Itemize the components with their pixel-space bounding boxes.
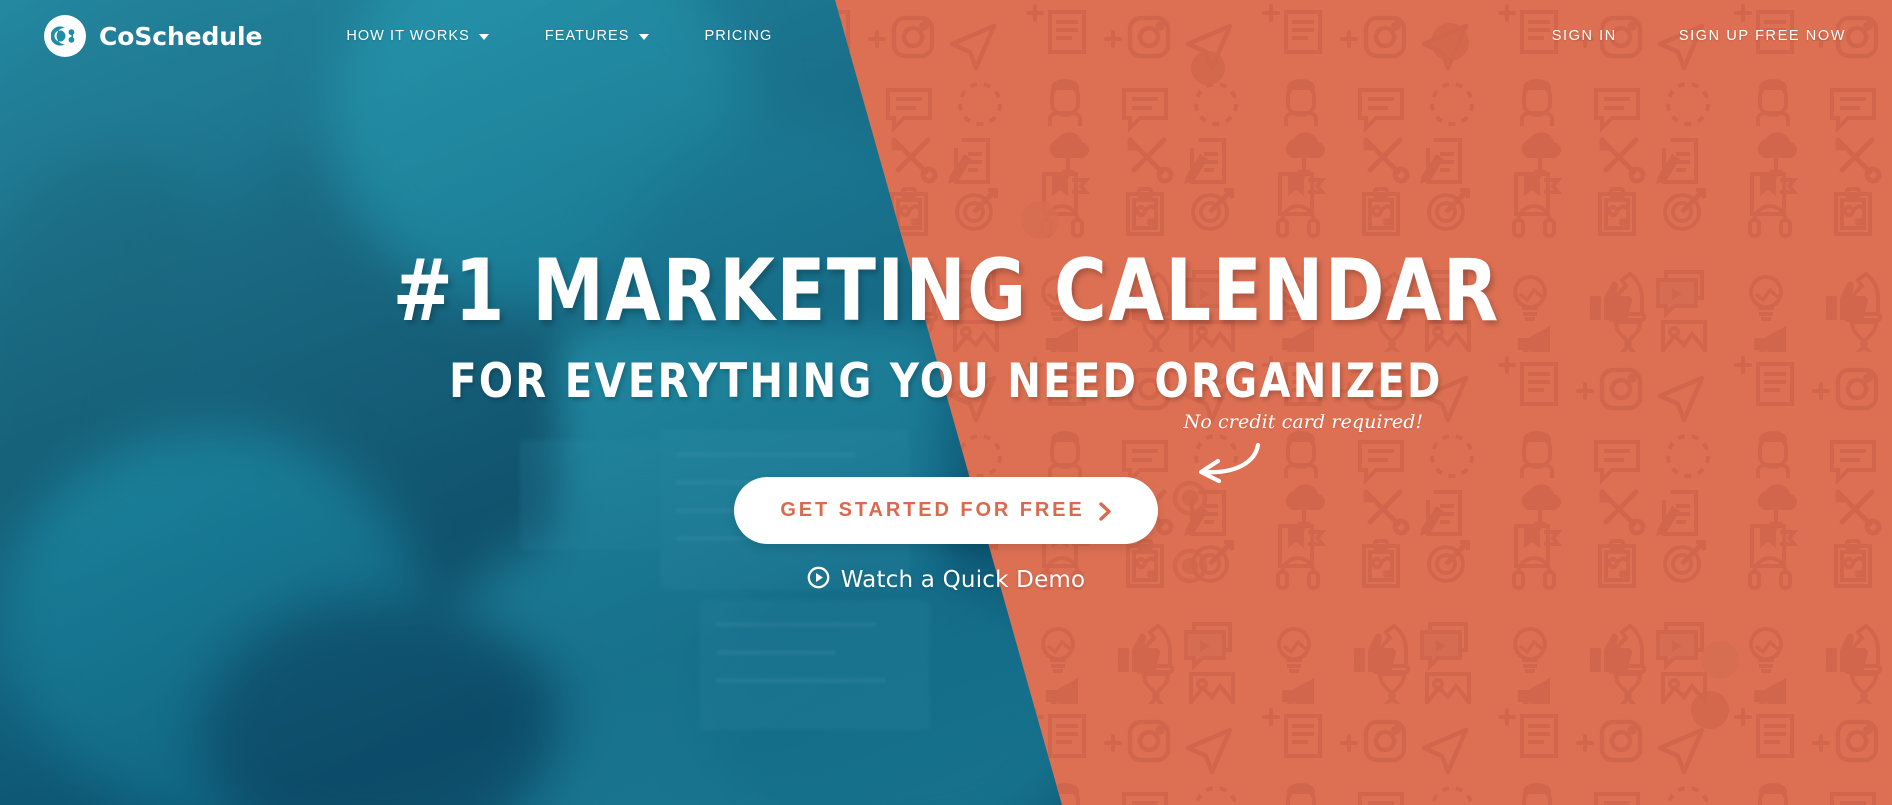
- page-title: #1 MARKETING CALENDAR: [392, 241, 1500, 341]
- sign-up-free-now-link[interactable]: SIGN UP FREE NOW: [1617, 28, 1846, 44]
- get-started-for-free-button[interactable]: GET STARTED FOR FREE: [734, 477, 1158, 544]
- chevron-down-icon: [478, 34, 489, 40]
- brand-name: CoSchedule: [99, 21, 263, 51]
- watch-demo-label: Watch a Quick Demo: [840, 567, 1086, 593]
- nav-label-how-it-works: HOW IT WORKS: [346, 28, 470, 44]
- top-navigation-bar: CoSchedule HOW IT WORKS FEATURES PRICING…: [0, 0, 1892, 72]
- nav-item-pricing[interactable]: PRICING: [677, 28, 801, 44]
- nav-label-features: FEATURES: [544, 28, 630, 44]
- nav-item-features[interactable]: FEATURES: [517, 28, 677, 44]
- play-circle-icon: [807, 566, 830, 594]
- primary-nav-links: HOW IT WORKS FEATURES PRICING: [318, 28, 800, 44]
- brand-logo-link[interactable]: CoSchedule: [44, 15, 262, 57]
- secondary-nav-links: SIGN IN SIGN UP FREE NOW: [1490, 28, 1846, 44]
- chevron-right-icon: [1098, 501, 1112, 521]
- nav-item-how-it-works[interactable]: HOW IT WORKS: [318, 28, 517, 44]
- cta-row: GET STARTED FOR FREE No credit card requ…: [734, 411, 1423, 544]
- hero-section: CoSchedule HOW IT WORKS FEATURES PRICING…: [0, 0, 1892, 805]
- coschedule-circle-logo-icon: [44, 15, 86, 57]
- cta-label: GET STARTED FOR FREE: [780, 499, 1085, 521]
- nav-label-pricing: PRICING: [704, 28, 773, 44]
- chevron-down-icon: [638, 34, 649, 40]
- page-subtitle: FOR EVERYTHING YOU NEED ORGANIZED: [449, 354, 1443, 409]
- sign-in-link[interactable]: SIGN IN: [1490, 28, 1617, 44]
- watch-a-quick-demo-link[interactable]: Watch a Quick Demo: [807, 566, 1086, 594]
